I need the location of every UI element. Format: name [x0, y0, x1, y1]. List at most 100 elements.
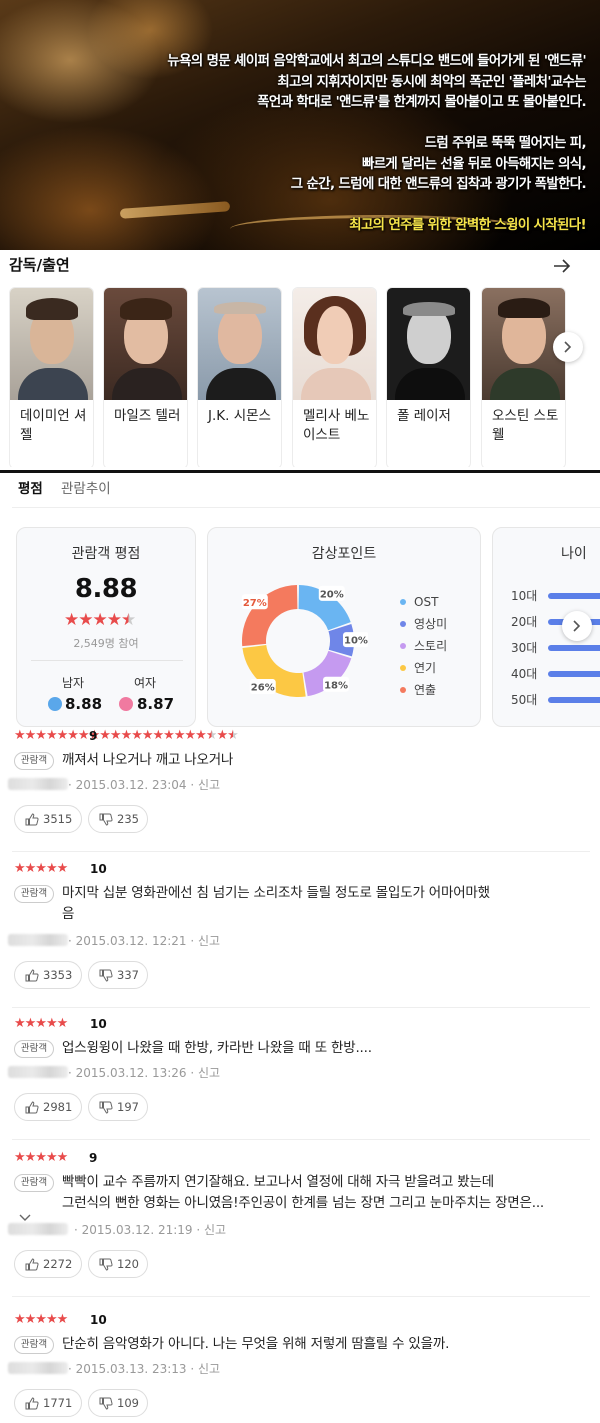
participant-count: 2,549명 참여 [73, 637, 139, 650]
legend-item: OST [400, 591, 447, 613]
audience-score-value: 8.88 [74, 574, 138, 604]
masked-username [8, 934, 68, 946]
review-stars-icon: ★★★★★ [14, 1016, 68, 1031]
thumbs-up-icon [25, 813, 39, 826]
svg-text:27%: 27% [243, 598, 267, 609]
masked-username [8, 778, 68, 790]
report-link[interactable]: 신고 [198, 1066, 220, 1080]
like-button[interactable]: 3353 [14, 961, 82, 989]
review-score: 10 [90, 862, 107, 876]
expand-chevron-icon[interactable] [18, 1213, 32, 1223]
cast-card[interactable]: 멜리사 베노이스트 니콜 역 [292, 287, 377, 467]
arrow-right-icon[interactable] [552, 258, 572, 274]
dislike-button[interactable]: 109 [88, 1389, 148, 1417]
svg-text:10%: 10% [344, 636, 368, 647]
cast-name: 폴 레이저 [397, 408, 451, 424]
cast-photo [387, 288, 470, 400]
thumbs-up-icon [25, 969, 39, 982]
cast-next-button[interactable] [553, 332, 583, 362]
age-bar [548, 671, 600, 677]
summary-next-button[interactable] [562, 611, 592, 641]
thumbs-down-icon [99, 813, 113, 826]
review-meta: · 2015.03.12. 13:26 · 신고 [68, 1066, 221, 1080]
review-text-line: 그런식의 뻔한 영화는 아니였음!주인공이 한계를 넘는 장면 그리고 눈마주치… [62, 1195, 545, 1211]
viewer-badge: 관람객 [14, 752, 54, 770]
male-score: 8.88 [65, 695, 103, 713]
review-text-line: 빡빡이 교수 주름까지 연기잘해요. 보고나서 열정에 대해 자극 받을려고 봤… [62, 1174, 494, 1190]
review-score: 9 [89, 729, 98, 743]
review-divider [12, 1007, 590, 1008]
audience-score-title: 관람객 평점 [71, 546, 141, 562]
review-text-line: 업스윙윙이 나왔을 때 한방, 카라반 나왔을 때 또 한방.... [62, 1040, 372, 1056]
viewing-points-card: 감상포인트 20% 10% 18% 26% 27% OST 영상미 스토리 연기 연출 [207, 527, 481, 727]
review-date: 2015.03.12. 13:26 [75, 1066, 187, 1080]
synopsis-line: 드럼 주위로 뚝뚝 떨어지는 피, [424, 136, 587, 151]
synopsis-line: 빠르게 달리는 선율 뒤로 아득해지는 의식, [361, 156, 587, 172]
cast-card[interactable]: 폴 레이저 앤드류 아버지 역 [386, 287, 471, 467]
legend-item: 연출 [400, 679, 447, 701]
dislike-count: 235 [117, 812, 139, 826]
like-count: 3353 [43, 968, 73, 982]
like-button[interactable]: 2981 [14, 1093, 82, 1121]
like-button[interactable]: 1771 [14, 1389, 82, 1417]
tab-audience-trend[interactable]: 관람추이 [61, 477, 111, 497]
rating-tabs: 평점 관람추이 [0, 475, 600, 509]
cast-card[interactable]: 마일즈 텔러 앤드류 역 [103, 287, 188, 467]
dislike-button[interactable]: 120 [88, 1250, 148, 1278]
review-stars-icon: ★★★★★ [14, 861, 68, 876]
legend-dot-icon [400, 687, 406, 693]
synopsis-line: 뉴욕의 명문 셰이퍼 음악학교에서 최고의 스튜디오 밴드에 들어가게 된 '앤… [167, 54, 586, 69]
tab-rating[interactable]: 평점 [18, 477, 43, 497]
legend-dot-icon [400, 643, 406, 649]
review-stars-icon: ★★★★★ [14, 1312, 68, 1327]
like-button[interactable]: 2272 [14, 1250, 82, 1278]
report-link[interactable]: 신고 [204, 1223, 226, 1237]
legend-dot-icon [400, 621, 406, 627]
review-text: 빡빡이 교수 주름까지 연기잘해요. 보고나서 열정에 대해 자극 받을려고 봤… [14, 1172, 574, 1214]
male-label: 남자 [61, 676, 85, 690]
cast-photo [10, 288, 93, 400]
chevron-right-icon [573, 620, 581, 632]
legend-item: 연기 [400, 657, 447, 679]
dislike-button[interactable]: 337 [88, 961, 148, 989]
age-row-label: 40대 [511, 667, 538, 681]
cast-name: 데이미언 셔젤 [20, 408, 87, 443]
viewing-points-donut-chart: 20% 10% 18% 26% 27% [241, 585, 368, 697]
legend-label: 연기 [414, 661, 437, 675]
report-link[interactable]: 신고 [198, 934, 220, 948]
report-link[interactable]: 신고 [198, 778, 220, 792]
age-bar [548, 645, 600, 651]
review-text-line: 마지막 십분 영화관에선 침 넘기는 소리조차 들릴 정도로 몰입도가 어마어마… [62, 885, 490, 901]
review-text-line: 단순히 음악영화가 아니다. 나는 무엇을 위해 저렇게 땀흘릴 수 있을까. [62, 1336, 450, 1352]
cast-card[interactable]: 오스틴 스토웰 라이언 역 [481, 287, 566, 467]
donut-label-directing: 27% [241, 594, 268, 610]
legend-dot-icon [400, 599, 406, 605]
cast-name: 오스틴 스토웰 [492, 408, 559, 443]
masked-username [8, 1223, 68, 1235]
thumbs-down-icon [99, 969, 113, 982]
review-text: 단순히 음악영화가 아니다. 나는 무엇을 위해 저렇게 땀흘릴 수 있을까. [62, 1334, 600, 1355]
chevron-right-icon [564, 341, 572, 353]
review-date: 2015.03.12. 23:04 [75, 778, 187, 792]
synopsis-line: 최고의 지휘자이지만 동시에 최악의 폭군인 '플레처'교수는 [277, 74, 586, 90]
cast-card[interactable]: J.K. 시몬스 플레쳐 역 [197, 287, 282, 467]
male-avatar-icon [48, 697, 62, 711]
cast-name: 멜리사 베노이스트 [303, 408, 370, 443]
masked-username [8, 1362, 68, 1374]
review-divider [12, 851, 590, 852]
donut-label-story: 18% [323, 676, 350, 692]
review-score: 9 [89, 1151, 98, 1165]
dislike-count: 197 [117, 1100, 139, 1114]
donut-label-ost: 20% [318, 585, 345, 601]
masked-username [8, 1066, 68, 1078]
cast-card[interactable]: 데이미언 셔젤 감독 [9, 287, 94, 467]
dislike-button[interactable]: 235 [88, 805, 148, 833]
dislike-button[interactable]: 197 [88, 1093, 148, 1121]
review-date: 2015.03.13. 23:13 [75, 1362, 187, 1376]
like-button[interactable]: 3515 [14, 805, 82, 833]
cast-photo [198, 288, 281, 400]
review-divider [12, 1296, 590, 1297]
report-link[interactable]: 신고 [198, 1362, 220, 1376]
review-text: 업스윙윙이 나왔을 때 한방, 카라반 나왔을 때 또 한방.... [62, 1038, 600, 1059]
cast-section-title: 감독/출연 [9, 256, 70, 274]
